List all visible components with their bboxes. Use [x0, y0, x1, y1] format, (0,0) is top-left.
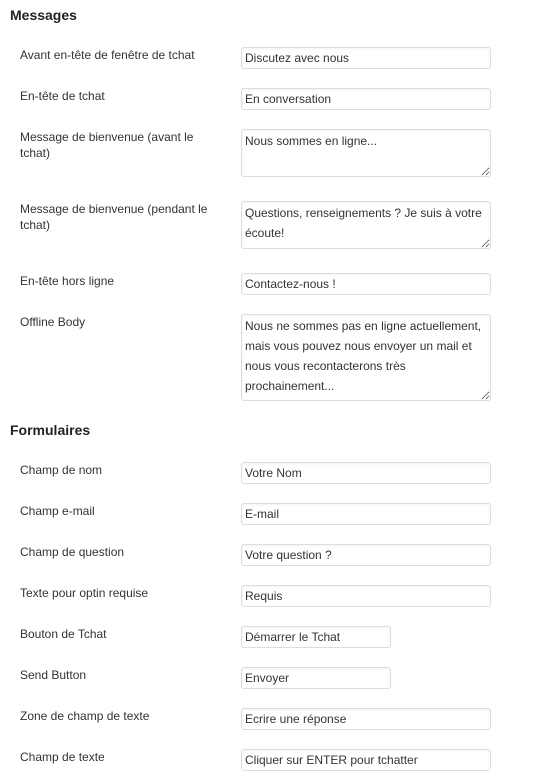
field-label: Bouton de Tchat: [20, 627, 107, 641]
field-label: Message de bienvenue (avant le tchat): [20, 130, 194, 160]
name-field-input[interactable]: [241, 462, 491, 484]
field-label: Avant en-tête de fenêtre de tchat: [20, 48, 195, 62]
chat-window-pre-header-input[interactable]: [241, 47, 491, 69]
text-area-zone-input[interactable]: [241, 708, 491, 730]
question-field-input[interactable]: [241, 544, 491, 566]
text-field-input[interactable]: [241, 749, 491, 771]
welcome-during-chat-textarea[interactable]: Questions, renseignements ? Je suis à vo…: [241, 201, 491, 249]
field-label: En-tête de tchat: [20, 89, 105, 103]
field-label: Send Button: [20, 668, 87, 682]
chat-button-input[interactable]: [241, 626, 391, 648]
offline-header-input[interactable]: [241, 273, 491, 295]
send-button-input[interactable]: [241, 667, 391, 689]
offline-body-textarea[interactable]: Nous ne sommes pas en ligne actuellement…: [241, 314, 491, 401]
email-field-input[interactable]: [241, 503, 491, 525]
field-label: Champ de nom: [20, 463, 103, 477]
field-label: Champ de question: [20, 545, 125, 559]
optin-required-input[interactable]: [241, 585, 491, 607]
section-title-messages: Messages: [10, 7, 77, 23]
field-label: Zone de champ de texte: [20, 709, 150, 723]
section-title-forms: Formulaires: [10, 422, 91, 438]
field-label: En-tête hors ligne: [20, 274, 115, 288]
field-label: Champ de texte: [20, 750, 105, 764]
field-label: Offline Body: [20, 315, 86, 329]
field-label: Champ e-mail: [20, 504, 95, 518]
field-label: Texte pour optin requise: [20, 586, 149, 600]
field-label: Message de bienvenue (pendant le tchat): [20, 202, 208, 232]
chat-header-input[interactable]: [241, 88, 491, 110]
welcome-before-chat-textarea[interactable]: Nous sommes en ligne...: [241, 129, 491, 177]
